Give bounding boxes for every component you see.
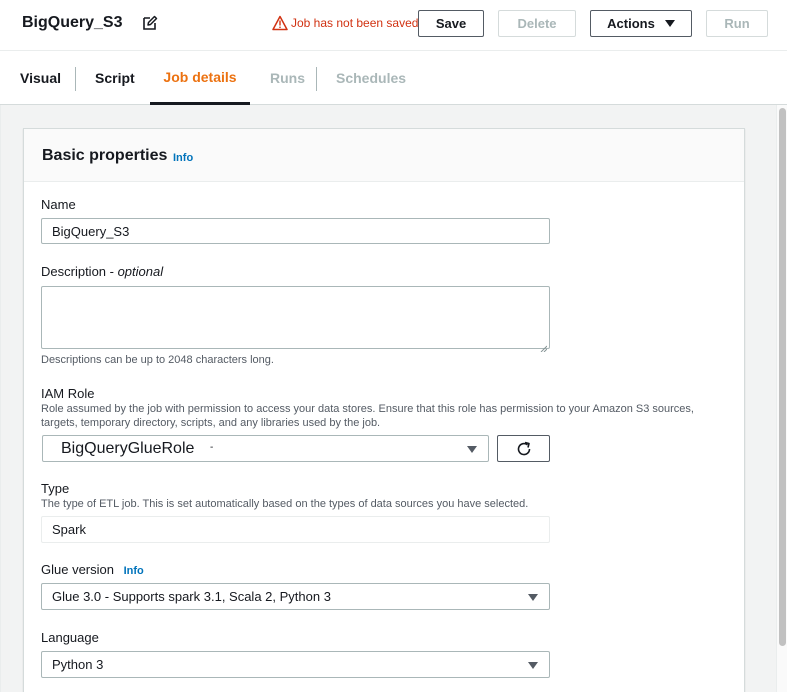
- job-title: BigQuery_S3: [22, 14, 123, 31]
- tab-schedules[interactable]: Schedules: [336, 51, 406, 105]
- panel-title: Basic properties: [42, 147, 168, 164]
- caret-down-icon: [528, 594, 538, 601]
- glue-version-value: Glue 3.0 - Supports spark 3.1, Scala 2, …: [52, 589, 331, 604]
- description-textarea[interactable]: [41, 286, 550, 353]
- vertical-scrollbar[interactable]: [776, 105, 787, 692]
- refresh-icon: [517, 441, 530, 455]
- save-button[interactable]: Save: [418, 10, 484, 37]
- iam-role-select[interactable]: BigQueryGlueRole -: [42, 435, 489, 462]
- tab-divider: [75, 67, 76, 91]
- refresh-roles-button[interactable]: [497, 435, 550, 462]
- job-header: BigQuery_S3 Job has not been saved Save …: [0, 0, 787, 50]
- panel-header: Basic properties Info: [24, 129, 744, 182]
- actions-label: Actions: [607, 16, 655, 31]
- description-hint: Descriptions can be up to 2048 character…: [41, 354, 274, 366]
- iam-role-label: IAM Role: [41, 386, 95, 401]
- unsaved-warning: Job has not been saved: [272, 15, 418, 31]
- description-label-text: Description -: [41, 264, 118, 279]
- caret-down-icon: [528, 662, 538, 669]
- run-button[interactable]: Run: [706, 10, 768, 37]
- name-label: Name: [41, 197, 76, 212]
- warning-icon: [272, 15, 288, 31]
- edit-icon[interactable]: [142, 15, 158, 31]
- glue-version-info-link[interactable]: Info: [124, 565, 144, 577]
- type-label: Type: [41, 481, 70, 496]
- caret-down-icon: [664, 20, 675, 27]
- info-link[interactable]: Info: [173, 152, 193, 164]
- warning-text: Job has not been saved: [291, 16, 419, 30]
- delete-button[interactable]: Delete: [498, 10, 576, 37]
- tab-job-details[interactable]: Job details: [150, 51, 250, 105]
- tab-divider: [316, 67, 317, 91]
- name-input[interactable]: BigQuery_S3: [41, 218, 550, 244]
- tab-bar: Visual Script Job details Runs Schedules: [0, 50, 787, 105]
- type-hint: The type of ETL job. This is set automat…: [41, 498, 529, 510]
- tab-visual[interactable]: Visual: [20, 51, 61, 105]
- caret-down-icon: [467, 446, 477, 453]
- iam-role-value: BigQueryGlueRole: [61, 440, 195, 457]
- resize-handle-icon[interactable]: [540, 339, 548, 353]
- scrollbar-thumb[interactable]: [779, 108, 786, 646]
- language-value: Python 3: [52, 657, 104, 672]
- language-label: Language: [41, 630, 99, 645]
- actions-button[interactable]: Actions: [590, 10, 692, 37]
- tab-script[interactable]: Script: [95, 51, 135, 105]
- glue-version-select[interactable]: Glue 3.0 - Supports spark 3.1, Scala 2, …: [41, 583, 550, 610]
- tab-runs[interactable]: Runs: [270, 51, 305, 105]
- iam-role-suffix: -: [210, 442, 214, 453]
- iam-role-hint: Role assumed by the job with permission …: [41, 403, 694, 429]
- glue-version-label-text: Glue version: [41, 562, 114, 577]
- description-label: Description - optional: [41, 264, 163, 279]
- optional-text: optional: [117, 264, 164, 279]
- type-value: Spark: [41, 516, 550, 543]
- glue-version-label: Glue version Info: [41, 562, 144, 577]
- language-select[interactable]: Python 3: [41, 651, 550, 678]
